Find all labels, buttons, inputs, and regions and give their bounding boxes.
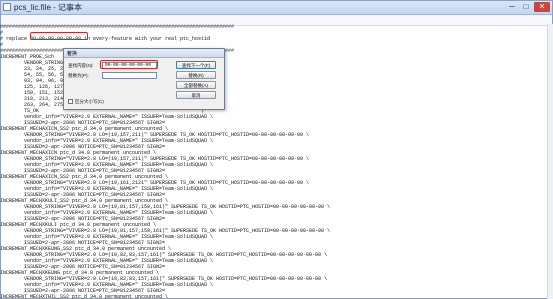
- dialog-title-bar[interactable]: 替换 ✕: [64, 49, 224, 58]
- replace-button[interactable]: 替换(R): [176, 71, 216, 79]
- match-case-label: 区分大小写(C): [75, 99, 104, 104]
- maximize-button[interactable]: □: [520, 2, 532, 12]
- find-input-highlight-annotation: [100, 60, 158, 69]
- replace-all-button[interactable]: 全部替换(A): [176, 81, 216, 89]
- notepad-app-icon: [3, 3, 11, 11]
- dialog-close-icon[interactable]: ✕: [67, 50, 222, 58]
- find-what-label: 查找内容(N):: [68, 63, 94, 68]
- editor-line: INCREMENT MECHXTHIL_SS2 ptc_d 34.0 perma…: [0, 294, 169, 299]
- replace-dialog: 替换 ✕ 查找内容(N): 00-00-00-00-00-00 替换为(P): …: [63, 48, 225, 110]
- replace-with-label: 替换为(P):: [68, 73, 89, 78]
- hostid-highlight-annotation: [30, 32, 88, 40]
- window-title: pcs_lic.file - 记事本: [14, 3, 83, 12]
- title-bar[interactable]: pcs_lic.file - 记事本 ─ □ ✕: [1, 1, 552, 15]
- cancel-button[interactable]: 取消: [176, 91, 216, 99]
- vertical-scrollbar[interactable]: [547, 24, 553, 299]
- minimize-button[interactable]: ─: [506, 2, 518, 12]
- find-next-button[interactable]: 查找下一个(F): [176, 61, 216, 69]
- replace-with-input[interactable]: [102, 72, 157, 79]
- close-button[interactable]: ✕: [534, 2, 550, 12]
- match-case-checkbox[interactable]: [68, 99, 73, 104]
